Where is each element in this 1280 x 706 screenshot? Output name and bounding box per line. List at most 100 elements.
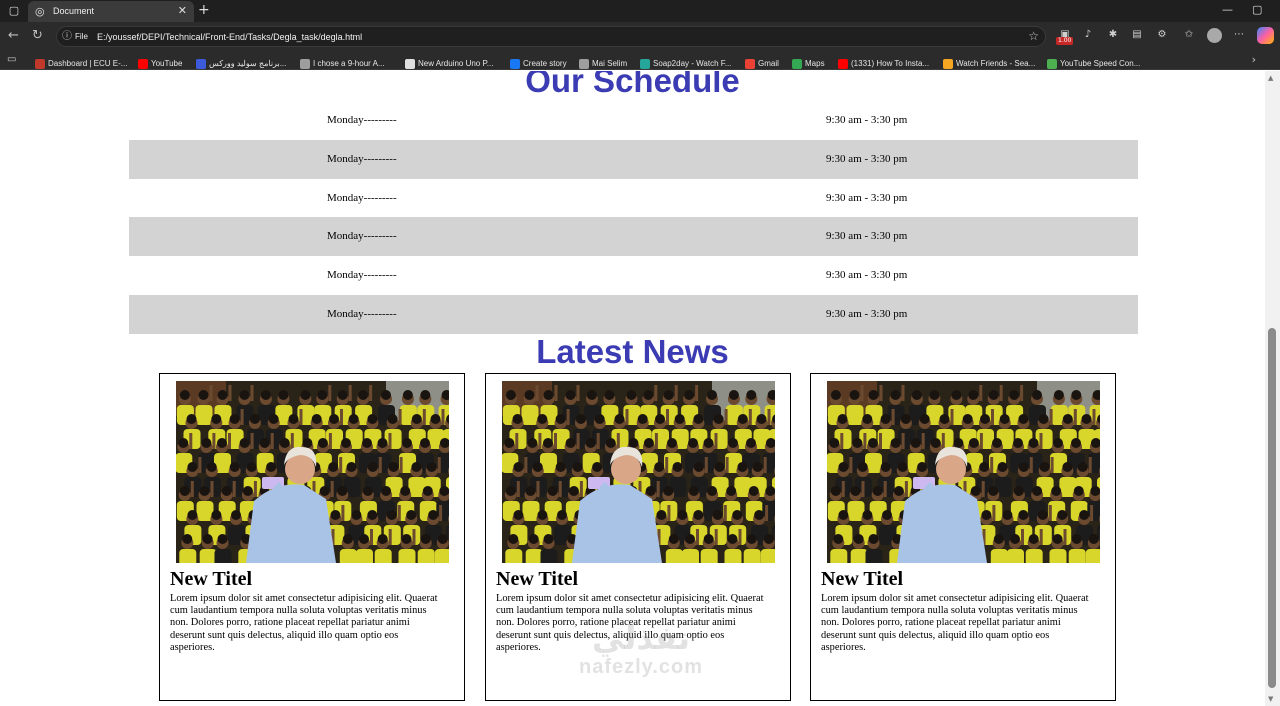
bookmark-item[interactable]: Create story	[510, 53, 567, 69]
maps-icon	[792, 58, 802, 69]
bookmark-label: Create story	[523, 59, 567, 68]
globe-icon: ◎	[35, 5, 45, 18]
news-card-body: Lorem ipsum dolor sit amet consectetur a…	[821, 593, 1089, 653]
table-row: Monday--------- 9:30 am - 3:30 pm	[129, 294, 1138, 334]
bookmark-item[interactable]: Mai Selim	[579, 53, 628, 69]
scroll-down-icon[interactable]: ▼	[1268, 695, 1273, 703]
table-row: Monday--------- 9:30 am - 3:30 pm	[129, 101, 1138, 140]
bookmark-label: Dashboard | ECU E-...	[48, 59, 128, 68]
table-row: Monday--------- 9:30 am - 3:30 pm	[129, 256, 1138, 295]
tab-document[interactable]: ◎ Document ✕	[28, 1, 194, 22]
table-row: Monday--------- 9:30 am - 3:30 pm	[129, 217, 1138, 257]
tab-title: Document	[53, 6, 95, 16]
scrollbar[interactable]: ▲ ▼	[1265, 71, 1280, 706]
bookmarks-icon[interactable]: ▭	[7, 53, 16, 66]
bookmark-label: YouTube	[151, 59, 183, 68]
bookmark-label: Watch Friends - Sea...	[956, 59, 1036, 68]
table-row: Monday--------- 9:30 am - 3:30 pm	[129, 179, 1138, 218]
table-row: Monday--------- 9:30 am - 3:30 pm	[129, 139, 1138, 179]
reload-icon[interactable]: ↻	[32, 28, 43, 44]
read-aloud-icon[interactable]: ♪	[1081, 28, 1095, 42]
bookmark-label: I chose a 9-hour A...	[313, 59, 385, 68]
bookmark-item[interactable]: Watch Friends - Sea...	[943, 53, 1036, 69]
bookmark-label: (1331) How To Insta...	[851, 59, 930, 68]
back-icon[interactable]: ←	[8, 28, 19, 44]
bookmark-label: Gmail	[758, 59, 779, 68]
bookmark-label: Mai Selim	[592, 59, 628, 68]
document-icon[interactable]: ▤	[1130, 28, 1144, 42]
gmail-icon	[745, 58, 755, 69]
copilot-icon[interactable]	[1257, 27, 1274, 44]
more-icon[interactable]: ⋯	[1232, 28, 1246, 42]
scrollbar-thumb[interactable]	[1268, 328, 1276, 688]
close-icon[interactable]: ✕	[178, 4, 187, 18]
bookmark-label: YouTube Speed Con...	[1060, 59, 1141, 68]
ecu-icon	[35, 58, 45, 69]
bookmark-label: New Arduino Uno P...	[418, 59, 494, 68]
globe-icon	[300, 58, 310, 69]
new-tab-button[interactable]: +	[198, 2, 210, 18]
schedule-time: 9:30 am - 3:30 pm	[826, 269, 908, 282]
solidworks-icon	[196, 58, 206, 69]
news-card: New Titel Lorem ipsum dolor sit amet con…	[485, 373, 791, 701]
bookmark-item[interactable]: Dashboard | ECU E-...	[35, 53, 128, 69]
address-bar[interactable]: ⓘ File E:/youssef/DEPI/Technical/Front-E…	[56, 26, 1046, 47]
favorites-icon[interactable]: ✩	[1182, 28, 1196, 42]
news-photo	[176, 381, 449, 563]
soap2day-icon	[640, 58, 650, 69]
schedule-time: 9:30 am - 3:30 pm	[826, 307, 908, 320]
bookmark-item[interactable]: YouTube Speed Con...	[1047, 53, 1141, 69]
bookmark-item[interactable]: Gmail	[745, 53, 779, 69]
bookmark-item[interactable]: برنامج سوليد ووركس...	[196, 53, 287, 69]
star-icon[interactable]: ☆	[1028, 29, 1039, 44]
extension-icon[interactable]: ▣ 1.00	[1056, 28, 1074, 45]
url-text[interactable]: E:/youssef/DEPI/Technical/Front-End/Task…	[97, 31, 362, 43]
extensions-icon[interactable]: ⚙	[1155, 28, 1169, 42]
globe-icon	[579, 58, 589, 69]
bookmark-item[interactable]: I chose a 9-hour A...	[300, 53, 385, 69]
url-scheme: File	[75, 32, 88, 41]
page-viewport: Our Schedule Monday--------- 9:30 am - 3…	[0, 71, 1265, 706]
tab-strip: ▢ ◎ Document ✕ + — ▢	[0, 0, 1280, 22]
scroll-up-icon[interactable]: ▲	[1268, 74, 1273, 82]
schedule-time: 9:30 am - 3:30 pm	[826, 152, 908, 165]
schedule-table: Monday--------- 9:30 am - 3:30 pm Monday…	[129, 101, 1138, 334]
news-card-title: New Titel	[821, 568, 904, 590]
news-card-title: New Titel	[496, 568, 579, 590]
news-title: Latest News	[536, 333, 729, 370]
tab-actions-icon[interactable]: ▢	[6, 3, 22, 19]
news-card-body: Lorem ipsum dolor sit amet consectetur a…	[496, 593, 764, 653]
bookmark-item[interactable]: Soap2day - Watch F...	[640, 53, 732, 69]
bookmark-item[interactable]: New Arduino Uno P...	[405, 53, 494, 69]
schedule-day: Monday---------	[327, 269, 397, 282]
schedule-title: Our Schedule	[525, 71, 740, 99]
avatar[interactable]	[1207, 28, 1222, 43]
bookmark-label: Soap2day - Watch F...	[653, 59, 732, 68]
news-photo	[502, 381, 775, 563]
maximize-icon[interactable]: ▢	[1252, 3, 1262, 17]
bookmark-label: برنامج سوليد ووركس...	[209, 59, 287, 68]
browser-toolbar: ← ↻ ⓘ File E:/youssef/DEPI/Technical/Fro…	[0, 22, 1280, 50]
bookmark-item[interactable]: YouTube	[138, 53, 183, 69]
schedule-day: Monday---------	[327, 114, 397, 126]
w-icon	[405, 58, 415, 69]
puzzle-icon[interactable]: ✱	[1106, 28, 1120, 42]
facebook-icon	[510, 58, 520, 69]
schedule-time: 9:30 am - 3:30 pm	[826, 114, 908, 126]
news-photo	[827, 381, 1100, 563]
microsoft-icon	[1047, 58, 1057, 69]
bookmark-item[interactable]: (1331) How To Insta...	[838, 53, 930, 69]
chevron-right-icon[interactable]: ›	[1252, 53, 1256, 66]
play-icon	[943, 58, 953, 69]
schedule-day: Monday---------	[327, 191, 397, 204]
schedule-day: Monday---------	[327, 307, 397, 320]
schedule-time: 9:30 am - 3:30 pm	[826, 230, 908, 243]
bookmark-label: Maps	[805, 59, 825, 68]
bookmark-item[interactable]: Maps	[792, 53, 825, 69]
schedule-day: Monday---------	[327, 230, 397, 243]
info-icon[interactable]: ⓘ	[62, 30, 72, 43]
youtube-icon	[138, 58, 148, 69]
minimize-icon[interactable]: —	[1222, 3, 1233, 17]
extension-badge: 1.00	[1056, 37, 1074, 45]
youtube-icon	[838, 58, 848, 69]
